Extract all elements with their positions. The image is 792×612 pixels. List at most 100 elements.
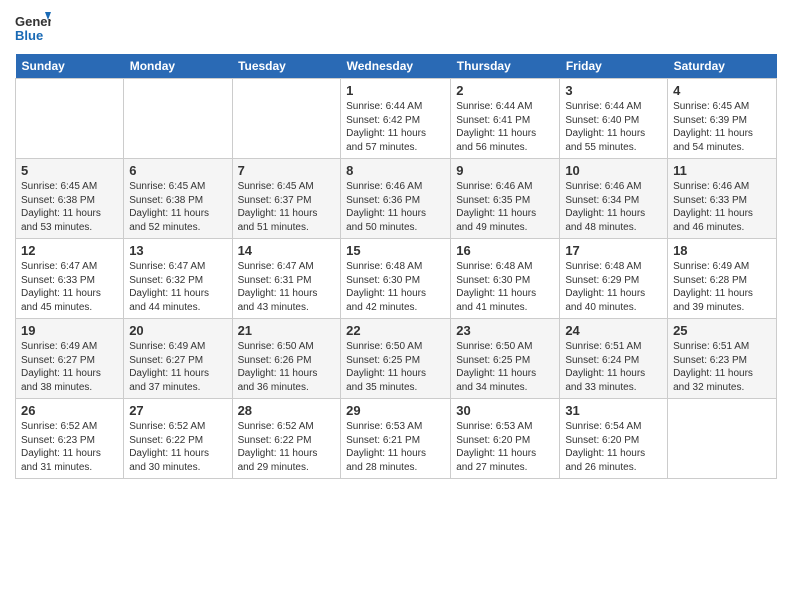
day-info: Sunrise: 6:44 AM Sunset: 6:42 PM Dayligh… (346, 100, 445, 154)
calendar-cell: 26 Sunrise: 6:52 AM Sunset: 6:23 PM Dayli… (16, 399, 124, 479)
day-info: Sunrise: 6:50 AM Sunset: 6:25 PM Dayligh… (346, 340, 445, 394)
day-info: Sunrise: 6:45 AM Sunset: 6:39 PM Dayligh… (673, 100, 771, 154)
calendar-cell: 17 Sunrise: 6:48 AM Sunset: 6:29 PM Dayli… (560, 239, 668, 319)
day-number: 1 (346, 83, 445, 98)
logo: General Blue (15, 10, 51, 46)
svg-text:Blue: Blue (15, 28, 43, 43)
day-of-week-header: Tuesday (232, 54, 341, 79)
calendar-cell: 15 Sunrise: 6:48 AM Sunset: 6:30 PM Dayli… (341, 239, 451, 319)
day-info: Sunrise: 6:45 AM Sunset: 6:37 PM Dayligh… (238, 180, 336, 234)
day-number: 11 (673, 163, 771, 178)
day-info: Sunrise: 6:46 AM Sunset: 6:36 PM Dayligh… (346, 180, 445, 234)
day-of-week-header: Friday (560, 54, 668, 79)
day-of-week-header: Monday (124, 54, 232, 79)
day-number: 2 (456, 83, 554, 98)
day-info: Sunrise: 6:48 AM Sunset: 6:30 PM Dayligh… (456, 260, 554, 314)
day-of-week-header: Sunday (16, 54, 124, 79)
day-of-week-header: Saturday (668, 54, 777, 79)
page-header: General Blue (15, 10, 777, 46)
calendar-cell: 13 Sunrise: 6:47 AM Sunset: 6:32 PM Dayli… (124, 239, 232, 319)
calendar-cell: 28 Sunrise: 6:52 AM Sunset: 6:22 PM Dayli… (232, 399, 341, 479)
calendar-cell: 14 Sunrise: 6:47 AM Sunset: 6:31 PM Dayli… (232, 239, 341, 319)
day-number: 13 (129, 243, 226, 258)
logo-graphic: General Blue (15, 10, 51, 46)
day-info: Sunrise: 6:51 AM Sunset: 6:23 PM Dayligh… (673, 340, 771, 394)
day-info: Sunrise: 6:47 AM Sunset: 6:33 PM Dayligh… (21, 260, 118, 314)
calendar-week-row: 12 Sunrise: 6:47 AM Sunset: 6:33 PM Dayli… (16, 239, 777, 319)
day-info: Sunrise: 6:45 AM Sunset: 6:38 PM Dayligh… (129, 180, 226, 234)
calendar-cell: 23 Sunrise: 6:50 AM Sunset: 6:25 PM Dayli… (451, 319, 560, 399)
calendar-cell: 8 Sunrise: 6:46 AM Sunset: 6:36 PM Daylig… (341, 159, 451, 239)
svg-text:General: General (15, 14, 51, 29)
day-number: 26 (21, 403, 118, 418)
day-info: Sunrise: 6:47 AM Sunset: 6:31 PM Dayligh… (238, 260, 336, 314)
calendar-cell: 2 Sunrise: 6:44 AM Sunset: 6:41 PM Daylig… (451, 79, 560, 159)
day-number: 21 (238, 323, 336, 338)
calendar-cell: 18Sunrise: 6:49 AM Sunset: 6:28 PM Dayli… (668, 239, 777, 319)
calendar-cell: 6 Sunrise: 6:45 AM Sunset: 6:38 PM Daylig… (124, 159, 232, 239)
day-number: 17 (565, 243, 662, 258)
calendar-week-row: 1 Sunrise: 6:44 AM Sunset: 6:42 PM Daylig… (16, 79, 777, 159)
day-number: 19 (21, 323, 118, 338)
day-info: Sunrise: 6:48 AM Sunset: 6:30 PM Dayligh… (346, 260, 445, 314)
calendar-cell: 7Sunrise: 6:45 AM Sunset: 6:37 PM Daylig… (232, 159, 341, 239)
day-number: 20 (129, 323, 226, 338)
day-info: Sunrise: 6:46 AM Sunset: 6:33 PM Dayligh… (673, 180, 771, 234)
day-number: 6 (129, 163, 226, 178)
day-number: 31 (565, 403, 662, 418)
calendar-cell: 27 Sunrise: 6:52 AM Sunset: 6:22 PM Dayli… (124, 399, 232, 479)
day-of-week-header: Thursday (451, 54, 560, 79)
day-info: Sunrise: 6:50 AM Sunset: 6:25 PM Dayligh… (456, 340, 554, 394)
day-info: Sunrise: 6:52 AM Sunset: 6:22 PM Dayligh… (129, 420, 226, 474)
calendar-cell (124, 79, 232, 159)
day-number: 8 (346, 163, 445, 178)
day-number: 27 (129, 403, 226, 418)
day-number: 28 (238, 403, 336, 418)
day-info: Sunrise: 6:46 AM Sunset: 6:35 PM Dayligh… (456, 180, 554, 234)
calendar-table: SundayMondayTuesdayWednesdayThursdayFrid… (15, 54, 777, 479)
calendar-cell: 21 Sunrise: 6:50 AM Sunset: 6:26 PM Dayli… (232, 319, 341, 399)
day-info: Sunrise: 6:48 AM Sunset: 6:29 PM Dayligh… (565, 260, 662, 314)
day-info: Sunrise: 6:54 AM Sunset: 6:20 PM Dayligh… (565, 420, 662, 474)
calendar-cell: 30 Sunrise: 6:53 AM Sunset: 6:20 PM Dayli… (451, 399, 560, 479)
calendar-cell: 29 Sunrise: 6:53 AM Sunset: 6:21 PM Dayli… (341, 399, 451, 479)
day-number: 18 (673, 243, 771, 258)
day-info: Sunrise: 6:44 AM Sunset: 6:41 PM Dayligh… (456, 100, 554, 154)
day-number: 24 (565, 323, 662, 338)
day-number: 30 (456, 403, 554, 418)
day-number: 16 (456, 243, 554, 258)
calendar-header-row: SundayMondayTuesdayWednesdayThursdayFrid… (16, 54, 777, 79)
day-number: 5 (21, 163, 118, 178)
day-number: 14 (238, 243, 336, 258)
calendar-cell (16, 79, 124, 159)
day-info: Sunrise: 6:50 AM Sunset: 6:26 PM Dayligh… (238, 340, 336, 394)
calendar-cell: 20 Sunrise: 6:49 AM Sunset: 6:27 PM Dayli… (124, 319, 232, 399)
calendar-cell (232, 79, 341, 159)
day-number: 12 (21, 243, 118, 258)
calendar-cell: 19 Sunrise: 6:49 AM Sunset: 6:27 PM Dayli… (16, 319, 124, 399)
calendar-cell: 25 Sunrise: 6:51 AM Sunset: 6:23 PM Dayli… (668, 319, 777, 399)
day-number: 10 (565, 163, 662, 178)
day-number: 29 (346, 403, 445, 418)
day-info: Sunrise: 6:49 AM Sunset: 6:27 PM Dayligh… (21, 340, 118, 394)
day-info: Sunrise: 6:53 AM Sunset: 6:21 PM Dayligh… (346, 420, 445, 474)
day-info: Sunrise: 6:53 AM Sunset: 6:20 PM Dayligh… (456, 420, 554, 474)
calendar-cell: 5Sunrise: 6:45 AM Sunset: 6:38 PM Daylig… (16, 159, 124, 239)
day-number: 23 (456, 323, 554, 338)
day-number: 4 (673, 83, 771, 98)
calendar-cell: 24Sunrise: 6:51 AM Sunset: 6:24 PM Dayli… (560, 319, 668, 399)
calendar-cell (668, 399, 777, 479)
day-number: 15 (346, 243, 445, 258)
calendar-cell: 1 Sunrise: 6:44 AM Sunset: 6:42 PM Daylig… (341, 79, 451, 159)
day-info: Sunrise: 6:49 AM Sunset: 6:27 PM Dayligh… (129, 340, 226, 394)
calendar-cell: 12 Sunrise: 6:47 AM Sunset: 6:33 PM Dayli… (16, 239, 124, 319)
calendar-cell: 10Sunrise: 6:46 AM Sunset: 6:34 PM Dayli… (560, 159, 668, 239)
calendar-cell: 4 Sunrise: 6:45 AM Sunset: 6:39 PM Daylig… (668, 79, 777, 159)
day-info: Sunrise: 6:52 AM Sunset: 6:22 PM Dayligh… (238, 420, 336, 474)
day-info: Sunrise: 6:52 AM Sunset: 6:23 PM Dayligh… (21, 420, 118, 474)
day-number: 22 (346, 323, 445, 338)
calendar-week-row: 5 Sunrise: 6:45 AM Sunset: 6:38 PM Daylig… (16, 159, 777, 239)
day-number: 25 (673, 323, 771, 338)
logo-svg: General Blue (15, 10, 51, 46)
day-info: Sunrise: 6:47 AM Sunset: 6:32 PM Dayligh… (129, 260, 226, 314)
